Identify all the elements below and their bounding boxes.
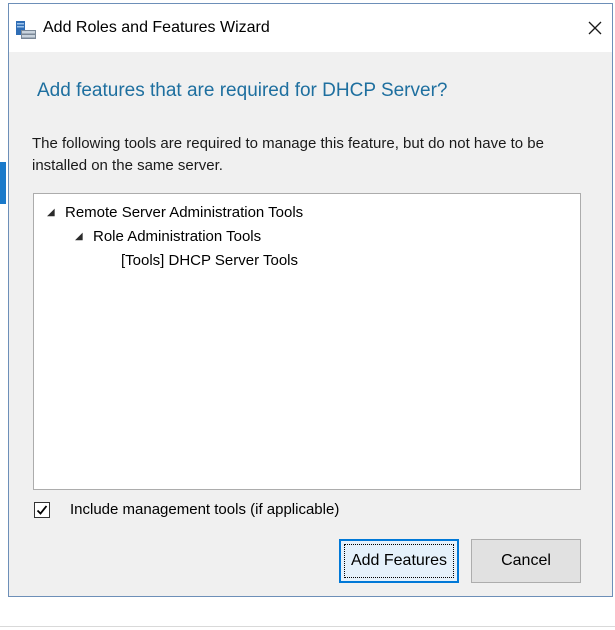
required-features-tree[interactable]: ◢ Remote Server Administration Tools ◢ R…	[33, 193, 581, 490]
tree-item-label: [Tools] DHCP Server Tools	[121, 252, 299, 269]
background-divider	[0, 626, 615, 627]
cancel-button-label: Cancel	[501, 552, 551, 569]
close-icon	[588, 21, 602, 35]
tree-item-remote-server-administration-tools[interactable]: ◢ Remote Server Administration Tools	[47, 204, 303, 221]
background-accent-bar	[0, 162, 6, 204]
window-title: Add Roles and Features Wizard	[43, 19, 270, 36]
include-management-tools-checkbox[interactable]	[34, 501, 50, 518]
tree-item-label: Remote Server Administration Tools	[65, 204, 304, 221]
tree-item-label: Role Administration Tools	[93, 228, 262, 245]
include-management-tools-row[interactable]: Include management tools (if applicable)	[34, 501, 339, 518]
checkmark-icon	[36, 504, 48, 515]
title-bar[interactable]: Add Roles and Features Wizard	[9, 4, 612, 52]
close-button[interactable]	[582, 14, 608, 42]
cancel-button[interactable]: Cancel	[471, 539, 581, 583]
tree-item-dhcp-server-tools[interactable]: [Tools] DHCP Server Tools	[121, 252, 298, 269]
tree-item-role-administration-tools[interactable]: ◢ Role Administration Tools	[75, 228, 261, 245]
dialog-heading: Add features that are required for DHCP …	[37, 80, 448, 101]
focus-ring	[344, 544, 454, 578]
include-management-tools-label[interactable]: Include management tools (if applicable)	[70, 501, 339, 518]
add-features-button[interactable]: Add Features	[339, 539, 459, 583]
server-manager-icon	[15, 20, 37, 40]
expand-triangle-icon[interactable]: ◢	[75, 231, 93, 242]
expand-triangle-icon[interactable]: ◢	[47, 207, 65, 218]
dialog-description: The following tools are required to mana…	[32, 135, 544, 174]
